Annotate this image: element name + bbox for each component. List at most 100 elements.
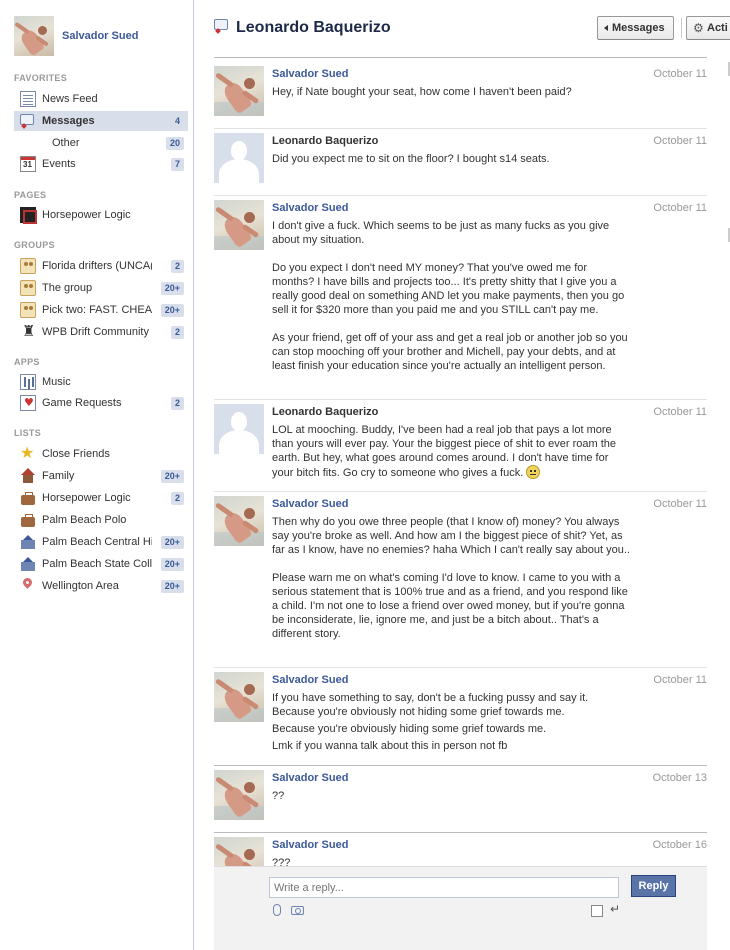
sidebar-item-florida-drifters[interactable]: Florida drifters (UNCA( 2 bbox=[14, 256, 188, 276]
sidebar-item-label: Palm Beach State Colle bbox=[42, 558, 152, 570]
count-badge: 20+ bbox=[160, 558, 184, 571]
avatar[interactable] bbox=[14, 16, 54, 56]
message-timestamp: October 11 bbox=[653, 498, 707, 510]
attach-file-icon[interactable] bbox=[273, 904, 281, 916]
game-icon bbox=[20, 395, 36, 411]
enter-key-icon: ↵ bbox=[610, 902, 621, 916]
actions-button-label: Acti bbox=[707, 22, 728, 34]
message-item: Salvador Sued October 11 I don't give a fu… bbox=[214, 196, 707, 400]
message-author[interactable]: Salvador Sued bbox=[272, 202, 348, 214]
sidebar-item-label: Events bbox=[42, 158, 76, 170]
message-author[interactable]: Salvador Sued bbox=[272, 674, 348, 686]
profile-name[interactable]: Salvador Sued bbox=[62, 30, 138, 42]
message-timestamp: October 11 bbox=[653, 135, 707, 147]
message-text: ?? bbox=[272, 790, 285, 802]
message-text: Do you expect I don't need MY money? Tha… bbox=[272, 262, 625, 316]
smiley-emoticon-icon bbox=[526, 465, 541, 479]
sidebar-item-label: Palm Beach Central Hi bbox=[42, 536, 152, 548]
message-author[interactable]: Salvador Sued bbox=[272, 839, 348, 851]
news-feed-icon bbox=[20, 91, 36, 107]
message-body: ?? bbox=[272, 789, 630, 803]
sidebar-item-other[interactable]: Other 20 bbox=[14, 133, 188, 153]
press-enter-to-send-checkbox[interactable] bbox=[591, 905, 603, 917]
sidebar-item-music[interactable]: Music bbox=[14, 372, 188, 392]
count-badge: 20+ bbox=[160, 580, 184, 593]
sidebar-item-wellington-area[interactable]: Wellington Area 20+ bbox=[14, 576, 188, 596]
star-icon bbox=[20, 443, 36, 462]
location-pin-icon bbox=[20, 578, 36, 594]
sidebar-item-label: Pick two: FAST. CHEA bbox=[42, 304, 152, 316]
groups-heading: GROUPS bbox=[14, 240, 55, 250]
pages-heading: PAGES bbox=[14, 190, 47, 200]
message-body: Did you expect me to sit on the floor? I… bbox=[272, 152, 630, 166]
count-badge: 20+ bbox=[160, 304, 184, 317]
sidebar-item-family[interactable]: Family 20+ bbox=[14, 466, 188, 486]
default-avatar-icon[interactable] bbox=[214, 133, 264, 183]
reply-input[interactable] bbox=[269, 877, 619, 898]
sidebar-item-label: Close Friends bbox=[42, 448, 110, 460]
music-icon bbox=[20, 374, 36, 390]
sidebar-item-label: The group bbox=[42, 282, 93, 294]
actions-button[interactable]: ⚙ Acti bbox=[686, 16, 730, 40]
message-text: Did you expect me to sit on the floor? I… bbox=[272, 153, 550, 165]
sidebar-item-messages[interactable]: Messages 4 bbox=[14, 111, 188, 131]
divider bbox=[681, 18, 682, 38]
sidebar-item-the-group[interactable]: The group 20+ bbox=[14, 278, 188, 298]
gear-icon: ⚙ bbox=[693, 21, 704, 35]
sidebar-item-palm-beach-state[interactable]: Palm Beach State Colle 20+ bbox=[14, 554, 188, 574]
sidebar-item-wpb-drift-community[interactable]: WPB Drift Community 2 bbox=[14, 322, 188, 342]
sender-avatar[interactable] bbox=[214, 200, 264, 250]
school-icon bbox=[20, 534, 36, 550]
count-badge: 20 bbox=[165, 137, 184, 150]
sender-avatar[interactable] bbox=[214, 66, 264, 116]
message-text: As your friend, get off of your ass and … bbox=[272, 332, 628, 372]
sidebar-item-label: Family bbox=[42, 470, 75, 482]
message-timestamp: October 13 bbox=[652, 772, 707, 784]
sidebar-item-label: Wellington Area bbox=[42, 580, 119, 592]
message-author[interactable]: Salvador Sued bbox=[272, 498, 348, 510]
reply-button[interactable]: Reply bbox=[631, 875, 676, 897]
group-icon bbox=[20, 302, 36, 318]
rook-icon bbox=[20, 322, 36, 340]
camera-icon[interactable] bbox=[291, 906, 304, 915]
count-badge: 20+ bbox=[160, 470, 184, 483]
group-icon bbox=[20, 258, 36, 274]
sidebar-item-label: Messages bbox=[42, 115, 95, 127]
apps-heading: APPS bbox=[14, 357, 40, 367]
message-author[interactable]: Leonardo Baquerizo bbox=[272, 406, 378, 418]
sender-avatar[interactable] bbox=[214, 770, 264, 820]
sidebar-item-palm-beach-central[interactable]: Palm Beach Central Hi 20+ bbox=[14, 532, 188, 552]
house-icon bbox=[20, 468, 36, 484]
default-avatar-icon[interactable] bbox=[214, 404, 264, 454]
sender-avatar[interactable] bbox=[214, 672, 264, 722]
conversation-header: Leonardo Baquerizo Messages ⚙ Acti bbox=[214, 16, 730, 46]
sidebar-item-news-feed[interactable]: News Feed bbox=[14, 89, 188, 109]
message-timestamp: October 16 bbox=[652, 839, 707, 851]
sidebar-item-label: Florida drifters (UNCA( bbox=[42, 260, 152, 272]
sidebar-item-horsepower-logic-list[interactable]: Horsepower Logic 2 bbox=[14, 488, 188, 508]
sender-avatar[interactable] bbox=[214, 496, 264, 546]
message-item: Salvador Sued October 11 Then why do you o… bbox=[214, 492, 707, 668]
message-item: Salvador Sued October 11 Hey, if Nate boug… bbox=[214, 62, 707, 129]
sidebar-item-horsepower-logic-page[interactable]: Horsepower Logic bbox=[14, 205, 188, 225]
sidebar-item-palm-beach-polo[interactable]: Palm Beach Polo bbox=[14, 510, 188, 530]
count-badge: 20+ bbox=[160, 536, 184, 549]
sidebar-item-label: WPB Drift Community bbox=[42, 326, 149, 338]
message-item: Leonardo Baquerizo October 11 Did you expe… bbox=[214, 129, 707, 196]
message-text: If you have something to say, don't be a… bbox=[272, 692, 589, 718]
message-author[interactable]: Salvador Sued bbox=[272, 772, 348, 784]
favorites-heading: FAVORITES bbox=[14, 73, 68, 83]
message-author[interactable]: Leonardo Baquerizo bbox=[272, 135, 378, 147]
school-icon bbox=[20, 556, 36, 572]
message-body: Then why do you owe three people (that I… bbox=[272, 515, 630, 641]
message-item: Salvador Sued October 13?? bbox=[214, 766, 707, 833]
back-to-messages-button[interactable]: Messages bbox=[597, 16, 674, 40]
calendar-icon bbox=[20, 156, 36, 172]
message-author[interactable]: Salvador Sued bbox=[272, 68, 348, 80]
count-badge: 7 bbox=[170, 158, 184, 171]
sidebar-item-game-requests[interactable]: Game Requests 2 bbox=[14, 393, 188, 413]
sidebar-item-pick-two[interactable]: Pick two: FAST. CHEA 20+ bbox=[14, 300, 188, 320]
sidebar-item-close-friends[interactable]: Close Friends bbox=[14, 443, 188, 464]
profile-link[interactable]: Salvador Sued bbox=[14, 16, 189, 58]
sidebar-item-events[interactable]: Events 7 bbox=[14, 154, 188, 174]
